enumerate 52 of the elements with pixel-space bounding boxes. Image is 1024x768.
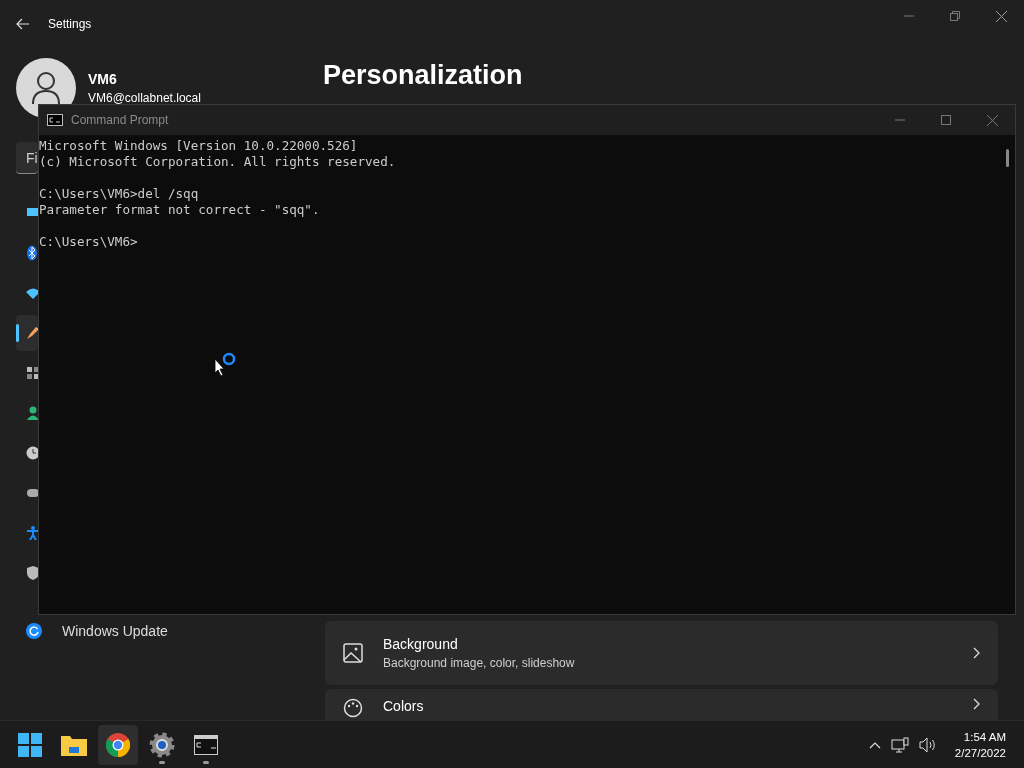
monitor-icon xyxy=(26,207,38,219)
window-title: Settings xyxy=(48,17,92,31)
gear-icon xyxy=(149,731,175,758)
clock[interactable]: 1:54 AM 2/27/2022 xyxy=(954,728,1006,761)
user-name: VM6 xyxy=(88,71,118,87)
image-icon xyxy=(343,643,363,663)
clock-date: 2/27/2022 xyxy=(954,745,1006,761)
busy-cursor-icon xyxy=(214,352,238,378)
nav-item[interactable] xyxy=(16,315,38,351)
search-field[interactable]: Fi xyxy=(16,142,38,174)
console-line: Parameter format not correct - "sqq". xyxy=(39,202,320,218)
accessibility-icon xyxy=(26,526,38,540)
console-line: Microsoft Windows [Version 10.0.22000.526] xyxy=(39,138,358,154)
apps-icon xyxy=(26,366,38,380)
user-email: VM6@collabnet.local xyxy=(88,91,201,105)
clock-time: 1:54 AM xyxy=(963,729,1006,745)
windows-logo-icon xyxy=(18,732,42,757)
settings-card[interactable]: Colors xyxy=(325,689,998,720)
back-arrow-icon[interactable] xyxy=(16,18,30,30)
window-title: Command Prompt xyxy=(71,113,169,127)
page-heading: Personalization xyxy=(323,60,524,91)
console-icon xyxy=(47,114,63,126)
card-title: Background xyxy=(383,636,459,652)
gamepad-icon xyxy=(26,487,38,499)
browser-icon xyxy=(106,732,130,757)
card-title: Colors xyxy=(383,698,425,714)
nav-item[interactable]: Windows Update xyxy=(16,621,296,641)
maximize-icon xyxy=(941,115,951,125)
wifi-icon xyxy=(26,287,38,299)
chevron-right-icon xyxy=(973,647,980,659)
nav-label: Windows Update xyxy=(62,623,168,639)
person-icon xyxy=(26,406,38,420)
card-subtitle: Background image, color, slideshow xyxy=(383,656,576,670)
chevron-up-icon[interactable] xyxy=(868,740,881,749)
taskbar-app-button[interactable] xyxy=(98,724,138,765)
shield-icon xyxy=(26,566,38,580)
close-icon xyxy=(995,10,1007,22)
chevron-right-icon xyxy=(973,698,980,710)
network-icon[interactable] xyxy=(890,736,909,753)
console-line: C:\Users\VM6>del /sqq xyxy=(39,186,199,202)
terminal-icon xyxy=(194,734,218,755)
close-icon xyxy=(986,114,998,126)
scrollbar-thumb[interactable] xyxy=(1006,149,1009,167)
update-icon xyxy=(26,623,42,639)
bluetooth-icon xyxy=(26,245,38,261)
restore-icon xyxy=(950,11,960,21)
palette-icon xyxy=(343,698,363,718)
console-line: C:\Users\VM6> xyxy=(39,234,138,250)
settings-card[interactable]: Background Background image, color, slideshow xyxy=(325,621,998,685)
folder-icon xyxy=(61,733,87,756)
speaker-icon[interactable] xyxy=(918,736,937,753)
console-line: (c) Microsoft Corporation. All rights reserved. xyxy=(39,154,396,170)
